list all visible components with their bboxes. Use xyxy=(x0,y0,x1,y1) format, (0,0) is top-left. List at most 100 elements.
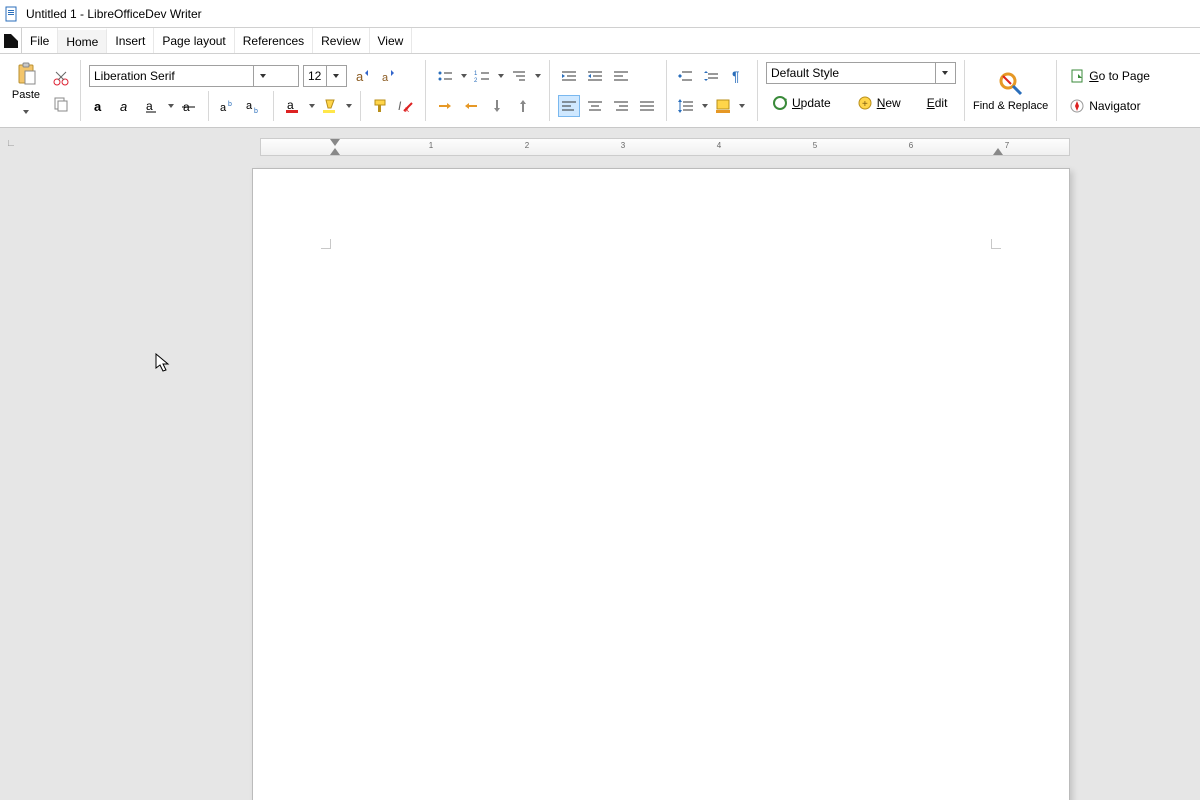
svg-text:1: 1 xyxy=(474,71,478,77)
grow-font-button[interactable]: a xyxy=(351,65,373,87)
svg-text:a: a xyxy=(94,99,102,113)
bullets-dropdown[interactable] xyxy=(460,65,467,87)
move-down-button[interactable] xyxy=(486,95,508,117)
navigator-button[interactable]: Navigator xyxy=(1065,96,1144,116)
titlebar: Untitled 1 - LibreOfficeDev Writer xyxy=(0,0,1200,28)
new-style-button[interactable]: + New xyxy=(853,93,905,113)
svg-text:+: + xyxy=(862,99,868,110)
promote-button[interactable] xyxy=(460,95,482,117)
group-navigate: Go to Page Navigator xyxy=(1059,54,1160,127)
numbering-dropdown[interactable] xyxy=(497,65,504,87)
numbering-button[interactable]: 12 xyxy=(471,65,493,87)
cut-button[interactable] xyxy=(50,67,72,89)
left-indent-marker[interactable] xyxy=(330,148,340,155)
group-styles: Update + New Edit xyxy=(760,54,962,127)
go-to-page-button[interactable]: Go to Page xyxy=(1065,66,1154,86)
find-replace-button[interactable]: Find & Replace xyxy=(967,54,1054,127)
strikethrough-button[interactable]: a xyxy=(178,95,200,117)
ruler-tick: 5 xyxy=(813,141,817,150)
increase-para-spacing-button[interactable] xyxy=(675,65,697,87)
italic-button[interactable]: a xyxy=(115,95,137,117)
svg-text:2: 2 xyxy=(474,78,478,83)
group-clipboard: Paste xyxy=(0,54,78,127)
background-color-button[interactable] xyxy=(712,95,734,117)
group-spacing: ¶ xyxy=(669,54,755,127)
group-alignment xyxy=(552,54,664,127)
right-indent-marker[interactable] xyxy=(993,148,1003,155)
ruler-tick: 1 xyxy=(429,141,433,150)
svg-text:b: b xyxy=(228,101,232,108)
decrease-indent-button[interactable] xyxy=(584,65,606,87)
subscript-button[interactable]: ab xyxy=(243,95,265,117)
app-logo-icon[interactable] xyxy=(0,28,22,53)
svg-text:a: a xyxy=(220,102,227,113)
font-size-input[interactable] xyxy=(304,66,326,86)
svg-text:x: x xyxy=(405,105,409,114)
tab-references[interactable]: References xyxy=(235,28,313,53)
bold-button[interactable]: a xyxy=(89,95,111,117)
new-label: ew xyxy=(885,96,900,110)
document-page[interactable] xyxy=(252,168,1070,800)
tab-home[interactable]: Home xyxy=(58,28,107,53)
paragraph-style-combo[interactable] xyxy=(766,62,956,84)
edit-style-button[interactable]: Edit xyxy=(923,94,952,112)
font-color-dropdown[interactable] xyxy=(308,95,315,117)
underline-button[interactable]: a xyxy=(141,95,163,117)
ruler-tick: 4 xyxy=(717,141,721,150)
svg-text:b: b xyxy=(254,108,258,113)
find-replace-label: Find & Replace xyxy=(973,100,1048,112)
paragraph-style-input[interactable] xyxy=(767,63,935,83)
demote-button[interactable] xyxy=(434,95,456,117)
align-left-button[interactable] xyxy=(558,95,580,117)
align-right-button[interactable] xyxy=(610,95,632,117)
svg-text:a: a xyxy=(146,99,153,113)
window-title: Untitled 1 - LibreOfficeDev Writer xyxy=(26,7,202,21)
update-style-button[interactable]: Update xyxy=(768,93,835,113)
svg-text:I: I xyxy=(398,99,402,113)
group-font: a a a a a a ab ab a Ix xyxy=(83,54,423,127)
clear-formatting-button[interactable]: Ix xyxy=(395,95,417,117)
font-name-dropdown[interactable] xyxy=(253,66,271,86)
formatting-marks-button[interactable]: ¶ xyxy=(727,65,749,87)
tab-page-layout[interactable]: Page layout xyxy=(154,28,234,53)
horizontal-ruler[interactable]: 1 2 3 4 5 6 7 xyxy=(260,138,1070,156)
bullets-button[interactable] xyxy=(434,65,456,87)
font-color-button[interactable]: a xyxy=(282,95,304,117)
font-name-input[interactable] xyxy=(90,66,253,86)
font-size-dropdown[interactable] xyxy=(326,66,344,86)
margin-mark-top-left xyxy=(321,239,331,249)
outline-dropdown[interactable] xyxy=(534,65,541,87)
tab-review[interactable]: Review xyxy=(313,28,369,53)
tab-view[interactable]: View xyxy=(370,28,413,53)
decrease-para-spacing-button[interactable] xyxy=(701,65,723,87)
font-name-combo[interactable] xyxy=(89,65,299,87)
underline-dropdown[interactable] xyxy=(167,95,174,117)
paste-dropdown[interactable] xyxy=(23,103,30,121)
copy-button[interactable] xyxy=(50,93,72,115)
font-size-combo[interactable] xyxy=(303,65,347,87)
clone-formatting-button[interactable] xyxy=(369,95,391,117)
ruler-corner-icon: ∟ xyxy=(6,138,16,149)
shrink-font-button[interactable]: a xyxy=(377,65,399,87)
paragraph-style-dropdown[interactable] xyxy=(935,63,953,83)
superscript-button[interactable]: ab xyxy=(217,95,239,117)
highlight-dropdown[interactable] xyxy=(345,95,352,117)
increase-indent-button[interactable] xyxy=(558,65,580,87)
align-justify-button[interactable] xyxy=(636,95,658,117)
ruler-tick: 2 xyxy=(525,141,529,150)
ltr-button[interactable] xyxy=(610,65,632,87)
svg-text:a: a xyxy=(356,69,364,84)
line-spacing-button[interactable] xyxy=(675,95,697,117)
paste-button[interactable] xyxy=(12,61,40,87)
ruler-tick: 6 xyxy=(909,141,913,150)
first-line-indent-marker[interactable] xyxy=(330,139,340,146)
move-up-button[interactable] xyxy=(512,95,534,117)
outline-button[interactable] xyxy=(508,65,530,87)
highlight-button[interactable] xyxy=(319,95,341,117)
workspace: ∟ 1 2 3 4 5 6 7 xyxy=(0,128,1200,800)
tab-file[interactable]: File xyxy=(22,28,58,53)
tab-insert[interactable]: Insert xyxy=(107,28,154,53)
background-color-dropdown[interactable] xyxy=(738,95,745,117)
align-center-button[interactable] xyxy=(584,95,606,117)
line-spacing-dropdown[interactable] xyxy=(701,95,708,117)
